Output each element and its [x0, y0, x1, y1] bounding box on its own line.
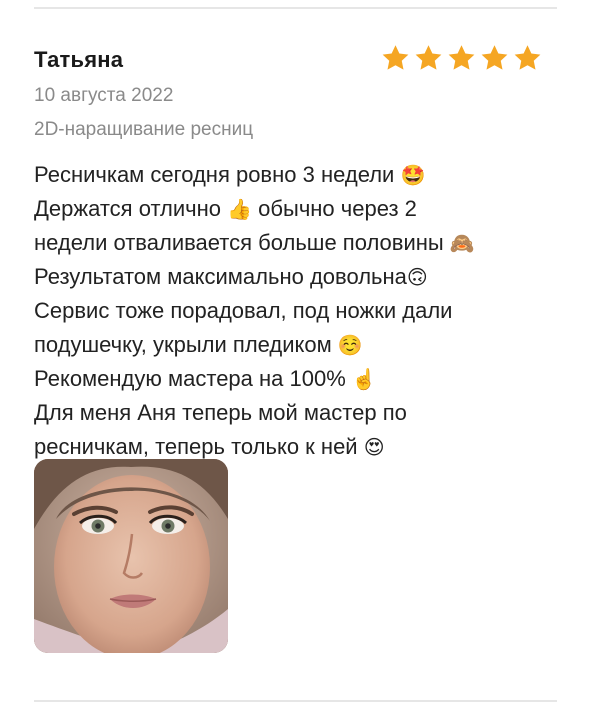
heart-eyes-emoji-icon: 😍 [363, 435, 385, 459]
author-name: Татьяна [34, 47, 124, 72]
top-divider [34, 7, 557, 9]
upside-down-face-emoji-icon: 🙃 [406, 265, 428, 289]
star-struck-emoji-icon: 🤩 [400, 163, 426, 187]
review-line: Ресничкам сегодня ровно 3 недели 🤩 [34, 162, 426, 187]
bottom-divider [34, 700, 557, 702]
review-line: недели отваливается больше половины 🙈 [34, 230, 475, 255]
review-text: Ресничкам сегодня ровно 3 недели 🤩 Держа… [34, 158, 534, 464]
review-line: Результатом максимально довольна🙃 [34, 264, 428, 289]
see-no-evil-monkey-emoji-icon: 🙈 [449, 231, 475, 255]
review-date: 10 августа 2022 [34, 85, 174, 106]
review-line: Рекомендую мастера на 100% ☝️ [34, 366, 377, 391]
review-line: Сервис тоже порадовал, под ножки дали [34, 298, 453, 323]
smiling-face-emoji-icon: ☺️ [337, 333, 363, 357]
review-line: подушечку, укрыли пледиком ☺️ [34, 332, 363, 357]
review-photo[interactable] [34, 459, 228, 653]
thumbs-up-emoji-icon: 👍 [227, 197, 253, 221]
rating-stars [380, 43, 543, 73]
star-icon [514, 45, 541, 70]
service-name: 2D-наращивание ресниц [34, 119, 254, 140]
review-line: Для меня Аня теперь мой мастер по [34, 400, 407, 425]
star-icon [382, 45, 409, 70]
review-line: Держатся отлично 👍 обычно через 2 [34, 196, 417, 221]
review-header: Татьяна [34, 40, 557, 80]
review-photo-image [34, 459, 228, 653]
star-icon [481, 45, 508, 70]
star-icon [415, 45, 442, 70]
star-icon [448, 45, 475, 70]
index-pointing-up-emoji-icon: ☝️ [351, 367, 377, 391]
review-card: Татьяна 10 августа 2022 2D-наращивание р… [34, 40, 557, 464]
